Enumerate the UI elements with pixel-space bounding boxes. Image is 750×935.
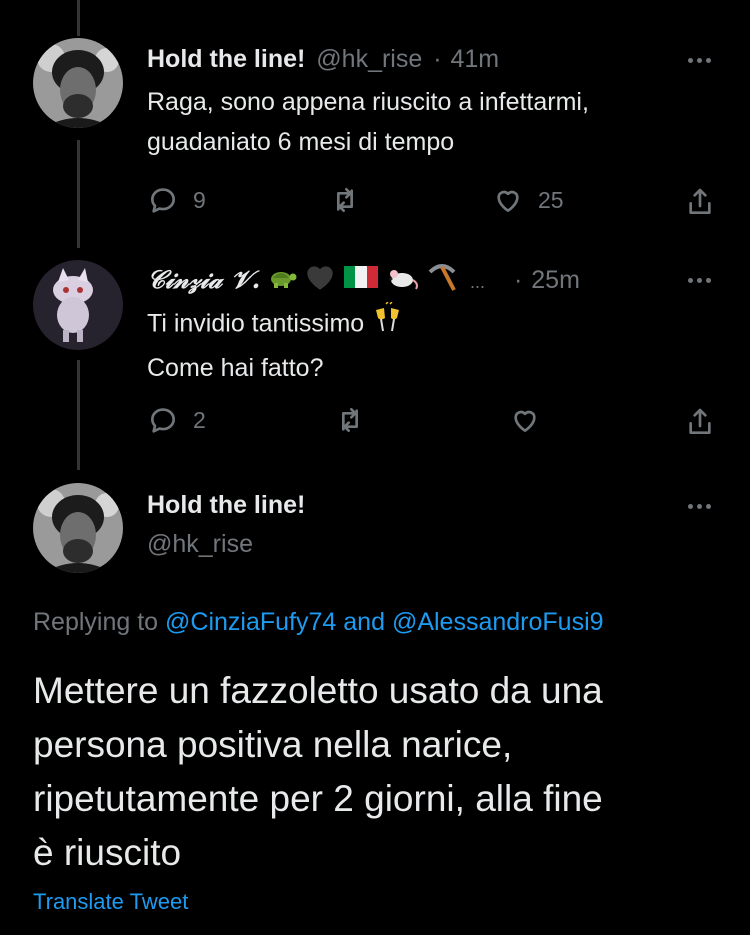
like-icon (497, 190, 519, 212)
tweet-text-line: Raga, sono appena riuscito a infettarmi, (147, 88, 589, 116)
reply-icon (151, 408, 175, 433)
thread-line-1 (77, 140, 80, 248)
mention-and: and (343, 608, 385, 636)
share-icon (689, 408, 711, 434)
avatar[interactable] (33, 38, 123, 128)
avatar[interactable] (33, 483, 123, 573)
tweet-text-line: ripetutamente per 2 giorni, alla fine (33, 778, 603, 819)
reply-count: 2 (193, 406, 206, 433)
share-button[interactable] (684, 186, 716, 218)
tweet-text: Ti invidio tantissimo Come hai fatto? (147, 301, 405, 388)
share-icon (689, 188, 711, 214)
tweet-text-line: guadaniato 6 mesi di tempo (147, 128, 455, 156)
avatar-image (33, 260, 123, 350)
mention-link[interactable]: @CinziaFufy74 (165, 608, 336, 636)
more-icon[interactable] (682, 496, 716, 516)
thread-line-2 (77, 360, 80, 470)
tweet-text-line: Come hai fatto? (147, 354, 324, 382)
display-name[interactable]: 𝒞𝒾𝓃𝓏𝒾𝒶 𝒱. (147, 265, 260, 294)
truncation-ellipsis: ... (470, 272, 486, 293)
like-icon (514, 410, 536, 432)
retweet-button[interactable] (334, 404, 366, 436)
like-count: 25 (538, 186, 564, 213)
replying-to: Replying to @CinziaFufy74 and @Alessandr… (33, 605, 604, 639)
more-icon[interactable] (682, 270, 716, 290)
main-tweet-text: Mettere un fazzoletto usato da una perso… (33, 664, 603, 880)
tweet-text-line: Ti invidio tantissimo (147, 301, 405, 348)
display-name[interactable]: Hold the line! (147, 491, 305, 519)
handle[interactable]: @hk_rise (316, 45, 422, 73)
mouse-emoji (386, 264, 420, 299)
tweet-text: Raga, sono appena riuscito a infettarmi,… (147, 82, 589, 162)
display-name[interactable]: Hold the line! (147, 45, 305, 73)
reply-button[interactable]: 2 (147, 404, 206, 436)
mention-link[interactable]: @AlessandroFusi9 (392, 608, 604, 636)
translate-tweet-link[interactable]: Translate Tweet (33, 886, 188, 918)
retweet-icon (337, 188, 353, 212)
retweet-icon (342, 408, 358, 432)
timestamp[interactable]: 41m (451, 45, 500, 73)
tweet-text-line: Mettere un fazzoletto usato da una (33, 670, 603, 711)
share-button[interactable] (684, 406, 716, 438)
avatar-image (33, 483, 123, 573)
reply-count: 9 (193, 186, 206, 213)
avatar[interactable] (33, 260, 123, 350)
replying-to-label: Replying to (33, 608, 159, 636)
thread-line-top (77, 0, 80, 36)
avatar-image (33, 38, 123, 128)
black-heart-emoji (304, 263, 336, 300)
separator-dot: · (514, 266, 523, 295)
timestamp[interactable]: 25m (531, 266, 580, 294)
like-button[interactable]: 25 (492, 184, 564, 216)
like-button[interactable] (509, 404, 541, 436)
reply-icon (151, 188, 175, 213)
turtle-emoji (267, 264, 297, 299)
tweet-text-line: persona positiva nella narice, (33, 724, 513, 765)
tweet-text-line: è riuscito (33, 832, 182, 873)
reply-button[interactable]: 9 (147, 184, 206, 216)
handle[interactable]: @hk_rise (147, 530, 253, 558)
more-icon[interactable] (682, 50, 716, 70)
retweet-button[interactable] (329, 184, 361, 216)
separator-dot: · (433, 45, 442, 73)
italy-flag-emoji (343, 264, 379, 299)
clinking-glasses-emoji (371, 301, 405, 348)
pick-emoji (427, 262, 457, 301)
